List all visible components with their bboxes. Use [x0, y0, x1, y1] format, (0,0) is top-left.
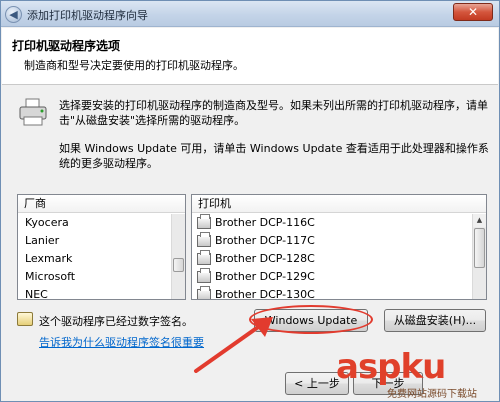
- list-item[interactable]: Brother DCP-129C: [192, 268, 472, 286]
- pointer-arrow-icon: [194, 317, 273, 373]
- close-button[interactable]: ✕: [453, 3, 493, 21]
- manufacturer-items: Kyocera Lanier Lexmark Microsoft NEC: [18, 214, 171, 299]
- scroll-up-icon[interactable]: ▲: [473, 214, 486, 227]
- wizard-window: ◀ 添加打印机驱动程序向导 ✕ 打印机驱动程序选项 制造商和型号决定要使用的打印…: [0, 0, 500, 402]
- list-item-label: Brother DCP-128C: [215, 252, 315, 265]
- printer-icon: [197, 232, 211, 247]
- list-item[interactable]: NEC: [18, 286, 171, 299]
- back-arrow-icon[interactable]: ◀: [5, 6, 22, 23]
- list-item[interactable]: Lanier: [18, 232, 171, 250]
- page-title: 打印机驱动程序选项: [12, 39, 121, 53]
- list-item[interactable]: Brother DCP-116C: [192, 214, 472, 232]
- manufacturer-listbox[interactable]: 厂商 Kyocera Lanier Lexmark Microsoft NEC: [17, 194, 186, 300]
- list-item[interactable]: Kyocera: [18, 214, 171, 232]
- list-item-label: Brother DCP-129C: [215, 270, 315, 283]
- manufacturer-column-header[interactable]: 厂商: [18, 195, 185, 213]
- window-title: 添加打印机驱动程序向导: [27, 9, 148, 22]
- printer-column-header[interactable]: 打印机: [192, 195, 486, 213]
- signature-shield-icon: [17, 312, 33, 326]
- list-item-label: Brother DCP-117C: [215, 234, 315, 247]
- scrollbar-thumb[interactable]: [173, 258, 184, 272]
- signature-help-link[interactable]: 告诉我为什么驱动程序签名很重要: [39, 334, 204, 350]
- printer-icon: [197, 268, 211, 283]
- watermark-logo: aspku: [336, 347, 446, 387]
- printer-icon: [197, 286, 211, 299]
- printer-scrollbar[interactable]: ▲: [472, 214, 486, 299]
- printer-icon: [19, 98, 47, 126]
- have-disk-button[interactable]: 从磁盘安装(H)...: [384, 309, 486, 332]
- description-text-2: 如果 Windows Update 可用，请单击 Windows Update …: [59, 142, 489, 170]
- description-text-1: 选择要安装的打印机驱动程序的制造商及型号。如果未列出所需的打印机驱动程序，请单击…: [59, 99, 488, 127]
- list-item-label: Brother DCP-130C: [215, 288, 315, 300]
- printer-items: Brother DCP-116C Brother DCP-117C Brothe…: [192, 214, 472, 299]
- list-item[interactable]: Brother DCP-130C: [192, 286, 472, 300]
- printer-icon: [197, 250, 211, 265]
- list-item[interactable]: Microsoft: [18, 268, 171, 286]
- printer-listbox[interactable]: 打印机 Brother DCP-116C Brother DCP-117C Br…: [191, 194, 487, 300]
- manufacturer-scrollbar[interactable]: [171, 214, 185, 299]
- signature-status-text: 这个驱动程序已经过数字签名。: [39, 315, 193, 328]
- printer-icon: [197, 214, 211, 229]
- title-bar: ◀ 添加打印机驱动程序向导 ✕: [1, 1, 499, 27]
- list-item[interactable]: Lexmark: [18, 250, 171, 268]
- list-item[interactable]: Brother DCP-117C: [192, 232, 472, 250]
- page-subtitle: 制造商和型号决定要使用的打印机驱动程序。: [24, 59, 244, 72]
- list-item[interactable]: Brother DCP-128C: [192, 250, 472, 268]
- list-item-label: Brother DCP-116C: [215, 216, 315, 229]
- wizard-header: 打印机驱动程序选项 制造商和型号决定要使用的打印机驱动程序。: [2, 28, 498, 85]
- watermark-tagline: 免费网站源码下载站: [387, 389, 477, 400]
- scrollbar-thumb[interactable]: [474, 228, 485, 268]
